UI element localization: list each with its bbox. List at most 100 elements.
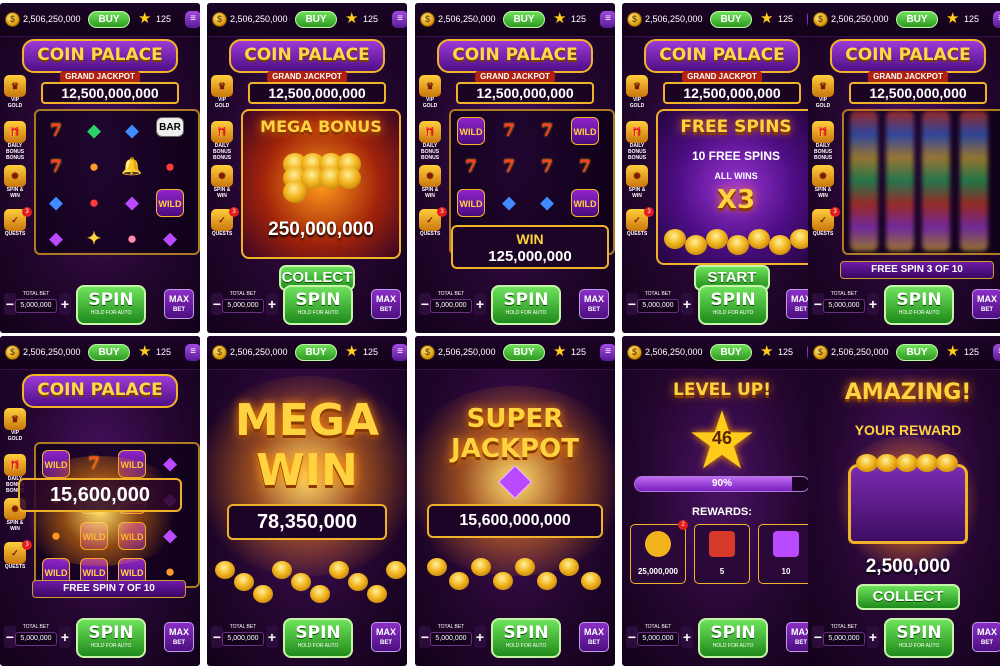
vip-button[interactable]: ♛ VIP GOLD: [810, 75, 836, 109]
bet-increase-button[interactable]: +: [266, 626, 278, 648]
menu-icon[interactable]: ≡: [993, 344, 1000, 361]
spin-button[interactable]: SPIN HOLD FOR AUTO: [884, 285, 954, 325]
spin-win-button[interactable]: ✺SPIN & WIN: [417, 165, 443, 199]
spin-button[interactable]: SPIN HOLD FOR AUTO: [491, 285, 561, 325]
daily-bonus-button[interactable]: 🎁DAILY BONUSBONUS: [209, 121, 235, 161]
reel-symbol-wild: WILD: [457, 189, 485, 217]
buy-button[interactable]: BUY: [88, 344, 130, 361]
bet-increase-button[interactable]: +: [474, 626, 486, 648]
coin-pile: [449, 572, 469, 590]
spin-label: SPIN: [503, 290, 549, 310]
daily-bonus-button[interactable]: 🎁DAILY BONUSBONUS: [417, 121, 443, 161]
spin-label: SPIN: [896, 290, 942, 310]
coin-balance: 2,506,250,000: [230, 14, 288, 24]
bet-increase-button[interactable]: +: [867, 293, 879, 315]
menu-icon[interactable]: ≡: [600, 344, 615, 361]
free-spin-counter: FREE SPIN 7 OF 10: [32, 580, 186, 598]
coin-icon: $: [5, 345, 20, 360]
coin-pile: [727, 235, 749, 255]
spin-button[interactable]: SPIN HOLD FOR AUTO: [283, 285, 353, 325]
menu-icon[interactable]: ≡: [392, 344, 407, 361]
total-bet-value: 5,000,000: [823, 299, 865, 313]
bet-increase-button[interactable]: +: [474, 293, 486, 315]
max-bet-button[interactable]: MAX BET: [579, 289, 609, 319]
daily-bonus-button[interactable]: 🎁DAILY BONUSBONUS: [810, 121, 836, 161]
menu-icon[interactable]: ≡: [392, 11, 407, 28]
spin-button[interactable]: SPIN HOLD FOR AUTO: [76, 285, 146, 325]
game-screen-super-jackpot: $2,506,250,000 BUY ★ 125 ≡ SUPER JACKPOT 15,600…: [415, 336, 615, 666]
spin-button[interactable]: SPIN HOLD FOR AUTO: [698, 618, 768, 658]
spin-button[interactable]: SPIN HOLD FOR AUTO: [491, 618, 561, 658]
max-label: MAX: [977, 294, 997, 304]
max-bet-button[interactable]: MAX BET: [579, 622, 609, 652]
daily-bonus-button[interactable]: 🎁DAILY BONUSBONUS: [2, 121, 28, 161]
spin-button[interactable]: SPIN HOLD FOR AUTO: [283, 618, 353, 658]
spin-sub-label: HOLD FOR AUTO: [90, 310, 132, 316]
buy-button[interactable]: BUY: [295, 11, 337, 28]
buy-button[interactable]: BUY: [88, 11, 130, 28]
vip-button[interactable]: ♛ VIP GOLD: [209, 75, 235, 109]
menu-icon[interactable]: ≡: [600, 11, 615, 28]
coin-pile: [310, 585, 330, 603]
vip-button[interactable]: ♛ VIP GOLD: [2, 408, 28, 442]
menu-icon[interactable]: ≡: [185, 344, 200, 361]
free-spin-counter: FREE SPIN 3 OF 10: [840, 261, 994, 279]
buy-button[interactable]: BUY: [503, 344, 545, 361]
side-label: DAILY BONUS: [420, 143, 440, 155]
spin-win-icon: ✺: [4, 165, 26, 187]
buy-button[interactable]: BUY: [896, 344, 938, 361]
buy-button[interactable]: BUY: [896, 11, 938, 28]
max-bet-button[interactable]: MAX BET: [371, 622, 401, 652]
coin-icon: $: [627, 12, 642, 27]
max-bet-button[interactable]: MAX BET: [164, 289, 194, 319]
star-icon: ★: [138, 10, 152, 27]
spin-button[interactable]: SPIN HOLD FOR AUTO: [884, 618, 954, 658]
spin-win-button[interactable]: ✺SPIN & WIN: [209, 165, 235, 199]
bet-increase-button[interactable]: +: [867, 626, 879, 648]
player-level: 125: [571, 347, 587, 357]
bet-increase-button[interactable]: +: [266, 293, 278, 315]
max-bet-button[interactable]: MAX BET: [371, 289, 401, 319]
bet-increase-button[interactable]: +: [59, 293, 71, 315]
vip-button[interactable]: ♛ VIP GOLD: [2, 75, 28, 109]
spin-win-button[interactable]: ✺SPIN & WIN: [810, 165, 836, 199]
spin-sub-label: HOLD FOR AUTO: [898, 310, 940, 316]
spin-label: SPIN: [88, 623, 134, 643]
reel-symbol-seven: 7: [541, 121, 553, 141]
vip-button[interactable]: ♛ VIP GOLD: [417, 75, 443, 109]
max-label: MAX: [169, 294, 189, 304]
bet-increase-button[interactable]: +: [681, 293, 693, 315]
max-bet-button[interactable]: MAX BET: [164, 622, 194, 652]
player-level: 125: [156, 347, 172, 357]
daily-bonus-icon: 🎁: [626, 121, 648, 143]
buy-button[interactable]: BUY: [503, 11, 545, 28]
menu-icon[interactable]: ≡: [185, 11, 200, 28]
total-bet-value: 5,000,000: [823, 632, 865, 646]
collect-button[interactable]: COLLECT: [856, 584, 960, 610]
spin-win-icon: ✺: [419, 165, 441, 187]
game-screen-amazing: $2,506,250,000BUY★125≡AMAZING!YOUR REWAR…: [808, 336, 1000, 666]
spin-button[interactable]: SPIN HOLD FOR AUTO: [76, 618, 146, 658]
vip-button[interactable]: ♛ VIP GOLD: [624, 75, 650, 109]
daily-bonus-button[interactable]: 🎁DAILY BONUSBONUS: [624, 121, 650, 161]
spin-win-button[interactable]: ✺SPIN & WIN: [624, 165, 650, 199]
coin-pile: [471, 558, 491, 576]
star-icon: ★: [138, 343, 152, 360]
free-spins-title: FREE SPINS: [680, 117, 792, 137]
max-bet-button[interactable]: MAX BET: [972, 622, 1000, 652]
vip-icon: ♛: [4, 75, 26, 97]
buy-button[interactable]: BUY: [710, 344, 752, 361]
bet-label: BET: [380, 640, 392, 646]
bet-increase-button[interactable]: +: [681, 626, 693, 648]
player-level: 125: [778, 347, 794, 357]
reel-symbol-seven: 7: [541, 157, 553, 177]
max-bet-button[interactable]: MAX BET: [972, 289, 1000, 319]
menu-icon[interactable]: ≡: [993, 11, 1000, 28]
bet-increase-button[interactable]: +: [59, 626, 71, 648]
top-bar: $2,506,250,000 BUY ★ 125 ≡: [415, 3, 615, 37]
bottom-bar: − TOTAL BET 5,000,000 + SPIN HOLD FOR AUTO MAX…: [415, 283, 615, 333]
buy-button[interactable]: BUY: [710, 11, 752, 28]
buy-button[interactable]: BUY: [295, 344, 337, 361]
spin-win-button[interactable]: ✺SPIN & WIN: [2, 165, 28, 199]
spin-button[interactable]: SPIN HOLD FOR AUTO: [698, 285, 768, 325]
